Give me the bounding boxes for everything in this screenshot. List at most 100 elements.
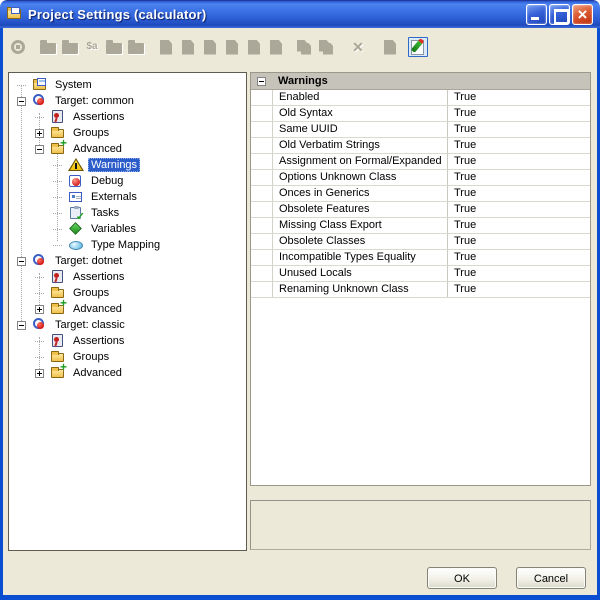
property-row-enabled[interactable]: EnabledTrue: [251, 90, 590, 106]
property-value[interactable]: True: [448, 186, 590, 201]
doc-f-icon: [270, 40, 282, 55]
row-gutter: [251, 250, 273, 265]
property-name: Same UUID: [273, 122, 448, 137]
tree-item-assertions[interactable]: Assertions: [9, 109, 246, 125]
settings-tree: SystemTarget: commonAssertionsGroups+Adv…: [8, 72, 247, 551]
doc3-button: [222, 37, 242, 57]
tree-item-label: Warnings: [88, 158, 140, 172]
doc-check-button: [244, 37, 264, 57]
property-value[interactable]: True: [448, 202, 590, 217]
tree-item-assertions[interactable]: Assertions: [9, 333, 246, 349]
ok-button[interactable]: OK: [427, 567, 497, 589]
property-name: Incompatible Types Equality: [273, 250, 448, 265]
paste-doc-button: [316, 37, 336, 57]
property-value[interactable]: True: [448, 122, 590, 137]
tree-item-variables[interactable]: Variables: [9, 221, 246, 237]
close-button[interactable]: [572, 4, 593, 25]
tree-item-label: Groups: [70, 286, 112, 300]
property-value[interactable]: True: [448, 170, 590, 185]
property-row-assignment-on-formal-expanded[interactable]: Assignment on Formal/ExpandedTrue: [251, 154, 590, 170]
property-value[interactable]: True: [448, 218, 590, 233]
assertions-icon: [50, 269, 66, 285]
expand-toggle[interactable]: [35, 129, 44, 138]
titlebar[interactable]: Project Settings (calculator): [0, 0, 600, 28]
property-value[interactable]: True: [448, 250, 590, 265]
expand-toggle[interactable]: [35, 305, 44, 314]
tree-item-target-classic[interactable]: Target: classic: [9, 317, 246, 333]
property-value[interactable]: True: [448, 106, 590, 121]
tree-item-advanced[interactable]: +Advanced: [9, 301, 246, 317]
row-gutter: [251, 266, 273, 281]
property-row-renaming-unknown-class[interactable]: Renaming Unknown ClassTrue: [251, 282, 590, 298]
tree-item-label: Advanced: [70, 366, 125, 380]
tree-item-label: System: [52, 78, 95, 92]
tree-item-target-common[interactable]: Target: common: [9, 93, 246, 109]
record-button: [8, 37, 28, 57]
tree-item-label: Advanced: [70, 302, 125, 316]
collapse-toggle[interactable]: [35, 145, 44, 154]
property-row-incompatible-types-equality[interactable]: Incompatible Types EqualityTrue: [251, 250, 590, 266]
save-folder-icon: [62, 43, 78, 54]
property-value[interactable]: True: [448, 282, 590, 297]
tree-item-groups[interactable]: Groups: [9, 285, 246, 301]
property-value[interactable]: True: [448, 90, 590, 105]
new-doc-icon: [160, 40, 172, 55]
edit-pencil-button[interactable]: [408, 37, 428, 57]
property-row-obsolete-classes[interactable]: Obsolete ClassesTrue: [251, 234, 590, 250]
tree-item-system[interactable]: System: [9, 77, 246, 93]
property-name: Enabled: [273, 90, 448, 105]
tree-item-target-dotnet[interactable]: Target: dotnet: [9, 253, 246, 269]
property-row-same-uuid[interactable]: Same UUIDTrue: [251, 122, 590, 138]
cancel-button[interactable]: Cancel: [516, 567, 586, 589]
copy-docs-button: [294, 37, 314, 57]
tree-item-advanced[interactable]: +Advanced: [9, 141, 246, 157]
property-grid: Warnings EnabledTrueOld SyntaxTrueSame U…: [250, 72, 591, 486]
collapse-toggle[interactable]: [257, 77, 266, 86]
properties-button: [380, 37, 400, 57]
tree-item-externals[interactable]: Externals: [9, 189, 246, 205]
tree-item-groups[interactable]: Groups: [9, 125, 246, 141]
tree-item-warnings[interactable]: Warnings: [9, 157, 246, 173]
minimize-button[interactable]: [526, 4, 547, 25]
tree-connector-stub: [53, 181, 62, 182]
project-settings-window: Project Settings (calculator) $a✕ System…: [0, 0, 600, 600]
property-value[interactable]: True: [448, 154, 590, 169]
tree-item-debug[interactable]: Debug: [9, 173, 246, 189]
property-value[interactable]: True: [448, 266, 590, 281]
property-name: Missing Class Export: [273, 218, 448, 233]
delete-icon: ✕: [352, 38, 364, 56]
tree-item-advanced[interactable]: +Advanced: [9, 365, 246, 381]
tree-item-label: Assertions: [70, 110, 127, 124]
target-icon: [32, 317, 48, 333]
maximize-button[interactable]: [549, 4, 570, 25]
property-row-onces-in-generics[interactable]: Onces in GenericsTrue: [251, 186, 590, 202]
collapse-toggle[interactable]: [17, 97, 26, 106]
property-row-unused-locals[interactable]: Unused LocalsTrue: [251, 266, 590, 282]
tree-item-type-mapping[interactable]: Type Mapping: [9, 237, 246, 253]
doc-icon: [182, 40, 194, 55]
property-value[interactable]: True: [448, 138, 590, 153]
tree-connector-stub: [53, 213, 62, 214]
row-gutter: [251, 154, 273, 169]
tree-item-assertions[interactable]: Assertions: [9, 269, 246, 285]
property-row-old-verbatim-strings[interactable]: Old Verbatim StringsTrue: [251, 138, 590, 154]
tree-item-label: Assertions: [70, 270, 127, 284]
tree-connector-stub: [35, 341, 44, 342]
expand-toggle[interactable]: [35, 369, 44, 378]
tree-item-tasks[interactable]: ✓Tasks: [9, 205, 246, 221]
property-name: Options Unknown Class: [273, 170, 448, 185]
property-row-obsolete-features[interactable]: Obsolete FeaturesTrue: [251, 202, 590, 218]
property-row-options-unknown-class[interactable]: Options Unknown ClassTrue: [251, 170, 590, 186]
tree-item-label: Groups: [70, 350, 112, 364]
collapse-toggle[interactable]: [17, 257, 26, 266]
open-folder-icon: [40, 43, 56, 54]
property-value[interactable]: True: [448, 234, 590, 249]
property-row-old-syntax[interactable]: Old SyntaxTrue: [251, 106, 590, 122]
property-grid-header: Warnings: [251, 73, 590, 90]
collapse-toggle[interactable]: [17, 321, 26, 330]
tasks-icon: ✓: [68, 205, 84, 221]
doc2-icon: [204, 40, 216, 55]
tree-item-groups[interactable]: Groups: [9, 349, 246, 365]
property-row-missing-class-export[interactable]: Missing Class ExportTrue: [251, 218, 590, 234]
window-title: Project Settings (calculator): [28, 7, 206, 22]
